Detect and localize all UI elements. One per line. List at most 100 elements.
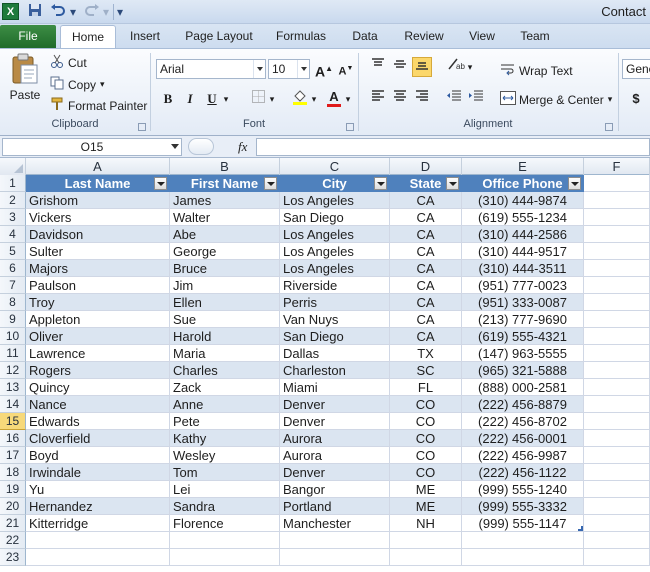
copy-dropdown-icon[interactable]: ▾ — [100, 79, 105, 90]
table-cell[interactable]: Kitterridge — [26, 515, 170, 532]
table-cell[interactable]: Vickers — [26, 209, 170, 226]
table-header-cell[interactable]: City — [280, 175, 390, 192]
number-format-combo[interactable]: Gene — [622, 59, 650, 79]
table-cell[interactable]: Troy — [26, 294, 170, 311]
table-cell[interactable]: Charles — [170, 362, 280, 379]
column-header-c[interactable]: C — [280, 158, 390, 175]
table-cell[interactable]: ME — [390, 481, 462, 498]
column-header-e[interactable]: E — [462, 158, 584, 175]
row-header[interactable]: 1 — [0, 175, 26, 192]
table-cell[interactable]: Edwards — [26, 413, 170, 430]
row-header[interactable]: 21 — [0, 515, 26, 532]
table-cell[interactable]: CO — [390, 447, 462, 464]
table-cell[interactable]: NH — [390, 515, 462, 532]
table-cell[interactable]: (310) 444-9874 — [462, 192, 584, 209]
undo-icon[interactable] — [50, 3, 66, 21]
row-header[interactable]: 7 — [0, 277, 26, 294]
empty-cell[interactable] — [584, 260, 650, 277]
empty-cell[interactable] — [584, 532, 650, 549]
table-cell[interactable]: Bruce — [170, 260, 280, 277]
table-cell[interactable]: CO — [390, 430, 462, 447]
save-icon[interactable] — [28, 3, 42, 21]
empty-cell[interactable] — [584, 328, 650, 345]
filter-dropdown-icon[interactable] — [568, 177, 581, 190]
table-cell[interactable]: FL — [390, 379, 462, 396]
table-cell[interactable]: Los Angeles — [280, 226, 390, 243]
table-cell[interactable]: Nance — [26, 396, 170, 413]
table-cell[interactable]: Aurora — [280, 430, 390, 447]
fill-color-dropdown-icon[interactable]: ▾ — [308, 89, 320, 109]
empty-cell[interactable] — [584, 311, 650, 328]
table-cell[interactable]: Lawrence — [26, 345, 170, 362]
empty-cell[interactable] — [584, 464, 650, 481]
empty-cell[interactable] — [584, 277, 650, 294]
table-cell[interactable]: (999) 555-3332 — [462, 498, 584, 515]
table-cell[interactable]: (619) 555-4321 — [462, 328, 584, 345]
row-header[interactable]: 10 — [0, 328, 26, 345]
row-header[interactable]: 14 — [0, 396, 26, 413]
empty-cell[interactable] — [584, 447, 650, 464]
table-cell[interactable]: (888) 000-2581 — [462, 379, 584, 396]
italic-button[interactable]: I — [180, 89, 200, 109]
wrap-text-button[interactable]: Wrap Text — [500, 62, 573, 79]
empty-cell[interactable] — [390, 532, 462, 549]
row-header[interactable]: 13 — [0, 379, 26, 396]
font-size-combo[interactable]: 10 — [268, 59, 310, 79]
table-cell[interactable]: CA — [390, 243, 462, 260]
table-cell[interactable]: Manchester — [280, 515, 390, 532]
align-bottom-button[interactable] — [412, 57, 432, 77]
empty-cell[interactable] — [170, 532, 280, 549]
table-cell[interactable]: Perris — [280, 294, 390, 311]
align-left-button[interactable] — [368, 89, 388, 109]
empty-cell[interactable] — [584, 396, 650, 413]
table-cell[interactable]: (147) 963-5555 — [462, 345, 584, 362]
table-cell[interactable]: Tom — [170, 464, 280, 481]
table-cell[interactable]: (222) 456-8702 — [462, 413, 584, 430]
table-cell[interactable]: (999) 555-1240 — [462, 481, 584, 498]
borders-button[interactable] — [248, 89, 268, 109]
empty-cell[interactable] — [280, 549, 390, 566]
format-painter-button[interactable]: Format Painter — [50, 97, 147, 114]
row-header[interactable]: 22 — [0, 532, 26, 549]
column-header-f[interactable]: F — [584, 158, 650, 175]
row-header[interactable]: 4 — [0, 226, 26, 243]
empty-cell[interactable] — [584, 243, 650, 260]
table-cell[interactable]: (310) 444-2586 — [462, 226, 584, 243]
customize-toolbar-icon[interactable]: ▾ — [117, 3, 123, 21]
table-header-cell[interactable]: Office Phone — [462, 175, 584, 192]
empty-cell[interactable] — [584, 498, 650, 515]
empty-cell[interactable] — [584, 175, 650, 192]
table-cell[interactable]: CA — [390, 260, 462, 277]
table-cell[interactable]: (951) 333-0087 — [462, 294, 584, 311]
row-header[interactable]: 2 — [0, 192, 26, 209]
table-cell[interactable]: CA — [390, 311, 462, 328]
copy-button[interactable]: Copy ▾ — [50, 76, 105, 93]
select-all-button[interactable] — [0, 158, 26, 175]
row-header[interactable]: 17 — [0, 447, 26, 464]
tab-insert[interactable]: Insert — [122, 25, 168, 48]
formula-input[interactable] — [256, 138, 650, 156]
table-cell[interactable]: Charleston — [280, 362, 390, 379]
bold-button[interactable]: B — [158, 89, 178, 109]
table-cell[interactable]: Quincy — [26, 379, 170, 396]
orientation-dropdown-icon[interactable]: ▾ — [464, 57, 476, 77]
tab-page-layout[interactable]: Page Layout — [180, 25, 258, 48]
merge-center-button[interactable]: Merge & Center ▾ — [500, 91, 612, 108]
increase-indent-button[interactable] — [466, 89, 486, 109]
table-cell[interactable]: Walter — [170, 209, 280, 226]
empty-cell[interactable] — [584, 294, 650, 311]
row-header[interactable]: 20 — [0, 498, 26, 515]
empty-cell[interactable] — [584, 549, 650, 566]
table-cell[interactable]: Yu — [26, 481, 170, 498]
align-top-button[interactable] — [368, 57, 388, 77]
font-color-dropdown-icon[interactable]: ▾ — [342, 89, 354, 109]
grow-font-button[interactable]: A▲ — [314, 59, 334, 80]
table-cell[interactable]: (213) 777-9690 — [462, 311, 584, 328]
table-cell[interactable]: Davidson — [26, 226, 170, 243]
font-name-dropdown-icon[interactable] — [253, 60, 265, 78]
underline-button[interactable]: U — [202, 89, 222, 109]
table-cell[interactable]: Paulson — [26, 277, 170, 294]
table-cell[interactable]: SC — [390, 362, 462, 379]
row-header[interactable]: 15 — [0, 413, 26, 430]
row-header[interactable]: 12 — [0, 362, 26, 379]
